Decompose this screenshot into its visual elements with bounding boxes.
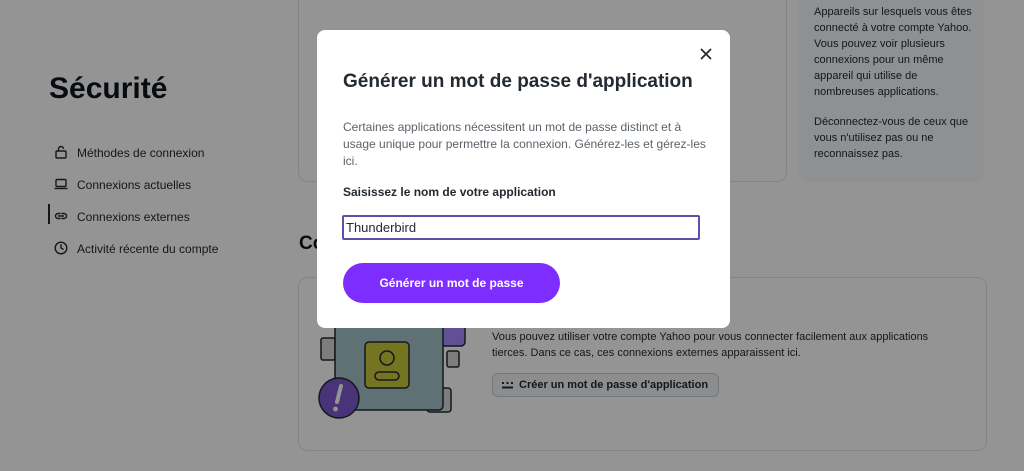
generate-password-button[interactable]: Générer un mot de passe: [343, 263, 560, 303]
app-name-label: Saisissez le nom de votre application: [343, 185, 556, 199]
close-icon[interactable]: [697, 45, 715, 63]
generate-password-modal: Générer un mot de passe d'application Ce…: [317, 30, 730, 328]
modal-title: Générer un mot de passe d'application: [343, 71, 693, 92]
modal-description: Certaines applications nécessitent un mo…: [343, 120, 706, 168]
app-name-input[interactable]: [342, 215, 700, 240]
